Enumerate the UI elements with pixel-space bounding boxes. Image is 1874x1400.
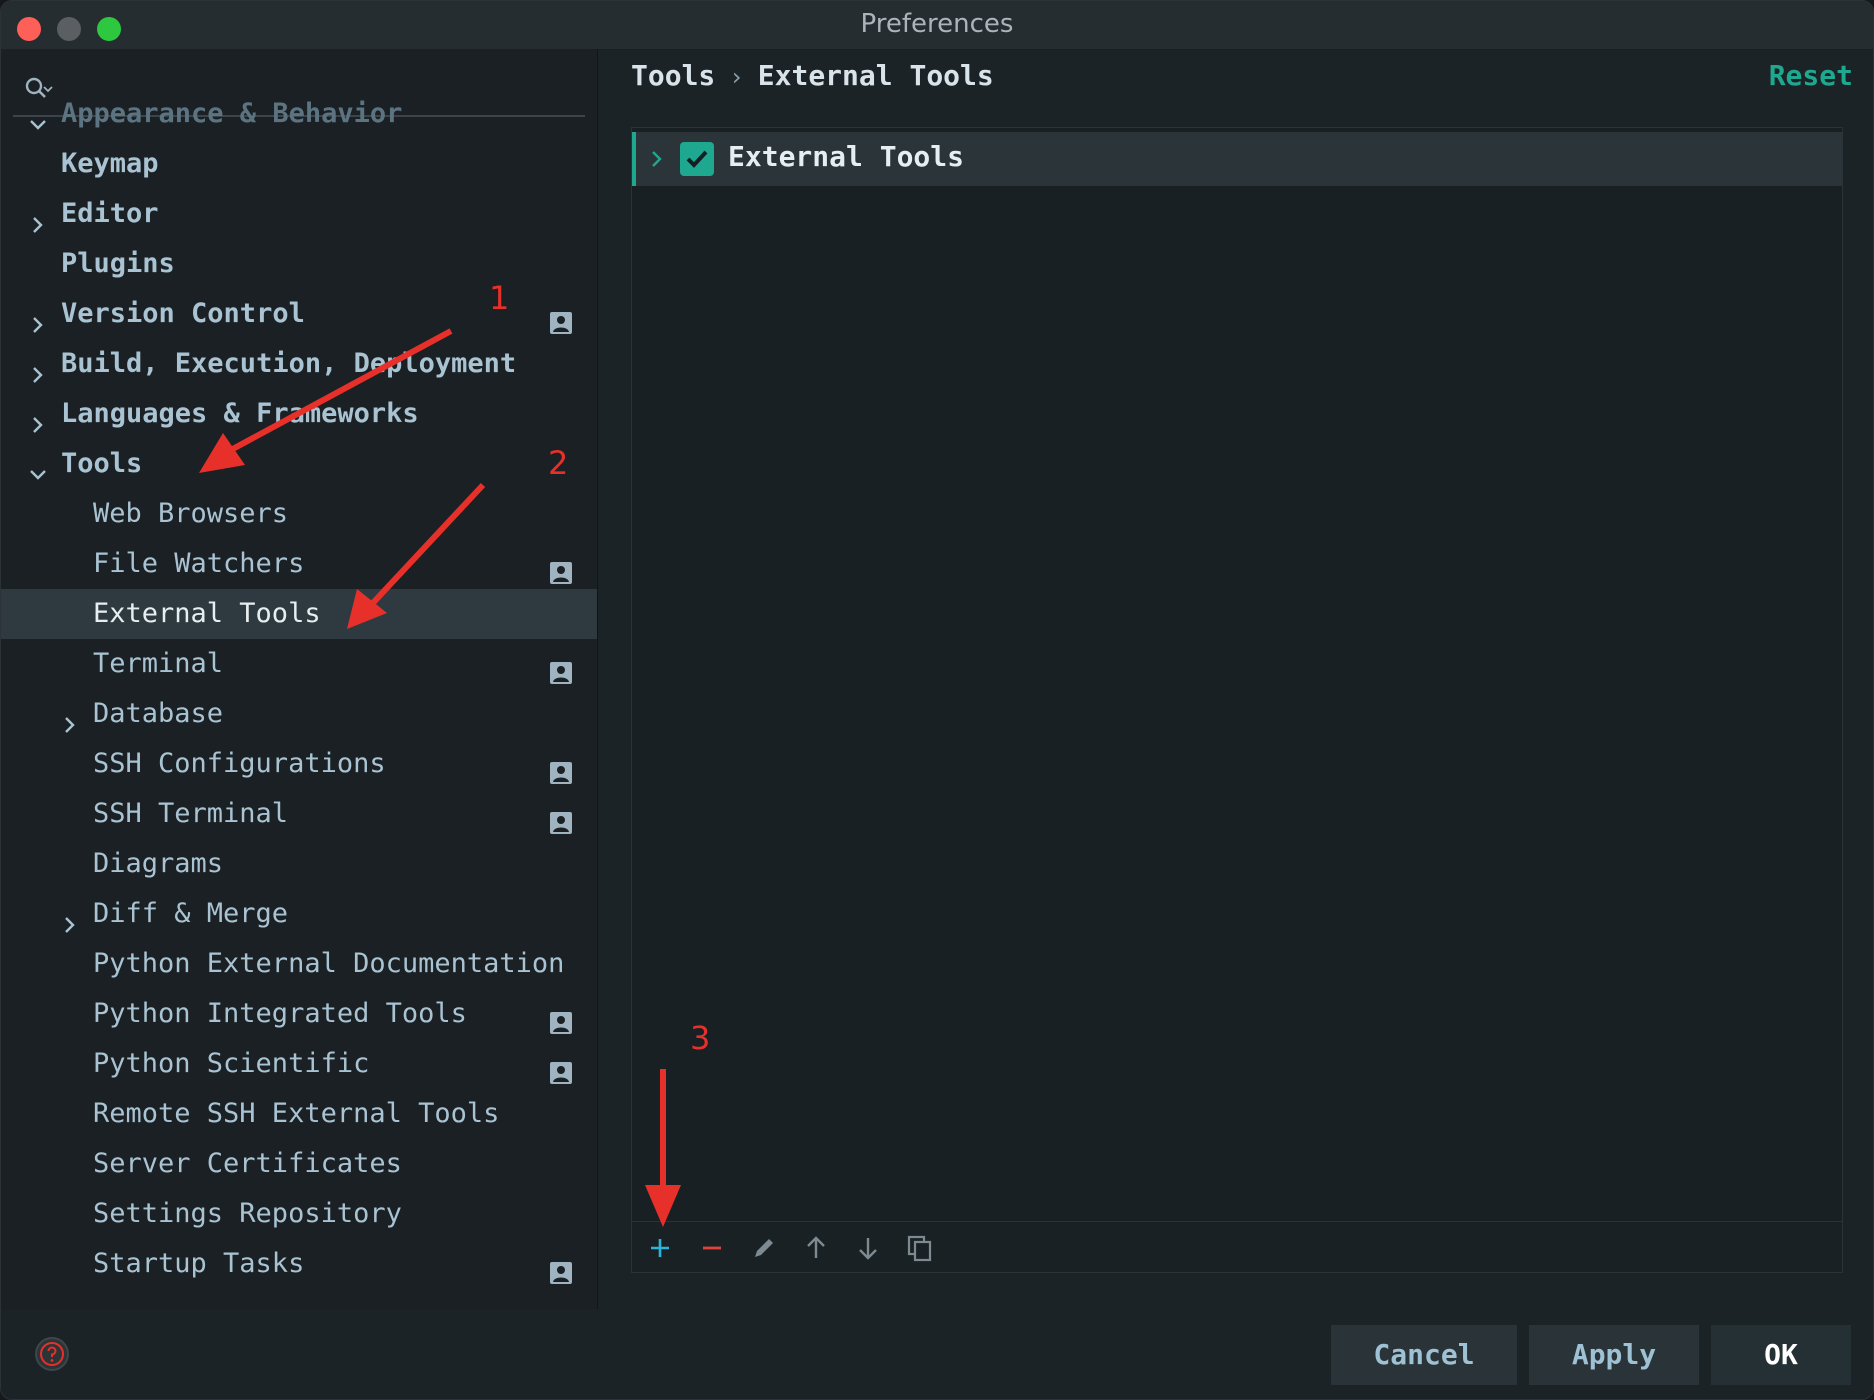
sidebar-item-label: Languages & Frameworks xyxy=(61,398,419,429)
external-tools-panel: External Tools xyxy=(631,127,1843,1273)
sidebar-item-editor[interactable]: Editor xyxy=(1,189,597,239)
sidebar-item-label: Version Control xyxy=(61,298,305,329)
sidebar-item-label: Keymap xyxy=(61,148,159,179)
project-settings-icon xyxy=(549,752,573,784)
sidebar-item-diff-merge[interactable]: Diff & Merge xyxy=(1,889,597,939)
title-bar: Preferences xyxy=(1,1,1873,50)
add-icon[interactable] xyxy=(646,1234,674,1262)
move-down-icon[interactable] xyxy=(854,1234,882,1262)
external-tools-checkbox[interactable] xyxy=(680,142,714,176)
edit-icon[interactable] xyxy=(750,1234,778,1262)
sidebar-item-label: Python Scientific xyxy=(93,1048,370,1079)
sidebar-item-appearance-behavior[interactable]: Appearance & Behavior xyxy=(1,89,597,139)
sidebar-item-label: Tools xyxy=(61,448,143,479)
sidebar-item-ssh-configurations[interactable]: SSH Configurations xyxy=(1,739,597,789)
apply-button[interactable]: Apply xyxy=(1529,1325,1699,1385)
sidebar-item-label: Python External Documentation xyxy=(93,948,565,979)
project-settings-icon xyxy=(549,1052,573,1084)
sidebar-item-label: Terminal xyxy=(93,648,224,679)
cancel-button[interactable]: Cancel xyxy=(1331,1325,1517,1385)
sidebar-item-python-integrated-tools[interactable]: Python Integrated Tools xyxy=(1,989,597,1039)
sidebar-item-build-execution-deployment[interactable]: Build, Execution, Deployment xyxy=(1,339,597,389)
sidebar-item-label: Appearance & Behavior xyxy=(61,98,403,129)
sidebar-item-label: Server Certificates xyxy=(93,1148,402,1179)
sidebar-item-label: SSH Terminal xyxy=(93,798,289,829)
dialog-footer: Cancel Apply OK xyxy=(1,1309,1873,1399)
window-title: Preferences xyxy=(860,9,1014,39)
sidebar-item-label: SSH Configurations xyxy=(93,748,386,779)
copy-icon[interactable] xyxy=(906,1234,934,1262)
sidebar-item-label: Diff & Merge xyxy=(93,898,289,929)
external-tools-group-row[interactable]: External Tools xyxy=(632,132,1842,186)
help-button[interactable] xyxy=(35,1337,69,1371)
project-settings-icon xyxy=(549,652,573,684)
breadcrumb: Tools › External Tools xyxy=(631,59,994,92)
remove-icon[interactable] xyxy=(698,1234,726,1262)
sidebar-item-tools[interactable]: Tools xyxy=(1,439,597,489)
annotation-label-3: 3 xyxy=(690,1019,711,1057)
project-settings-icon xyxy=(549,302,573,334)
preferences-window: Preferences Appearance & Behavior Keymap E… xyxy=(0,0,1874,1400)
sidebar-item-label: External Tools xyxy=(93,598,321,629)
ok-button[interactable]: OK xyxy=(1711,1325,1851,1385)
tools-toolbar xyxy=(632,1221,1842,1272)
sidebar-item-web-browsers[interactable]: Web Browsers xyxy=(1,489,597,539)
sidebar-item-label: File Watchers xyxy=(93,548,305,579)
project-settings-icon xyxy=(549,552,573,584)
sidebar-item-languages-frameworks[interactable]: Languages & Frameworks xyxy=(1,389,597,439)
sidebar-item-label: Python Integrated Tools xyxy=(93,998,467,1029)
sidebar-item-python-external-documentation[interactable]: Python External Documentation xyxy=(1,939,597,989)
sidebar-item-label: Diagrams xyxy=(93,848,224,879)
settings-sidebar: Appearance & Behavior Keymap Editor Plugins… xyxy=(1,49,598,1309)
sidebar-item-server-certificates[interactable]: Server Certificates xyxy=(1,1139,597,1189)
sidebar-item-external-tools[interactable]: External Tools xyxy=(1,589,597,639)
sidebar-item-label: Remote SSH External Tools xyxy=(93,1098,500,1129)
sidebar-item-ssh-terminal[interactable]: SSH Terminal xyxy=(1,789,597,839)
check-icon xyxy=(686,150,708,168)
sidebar-item-keymap[interactable]: Keymap xyxy=(1,139,597,189)
sidebar-item-startup-tasks[interactable]: Startup Tasks xyxy=(1,1239,597,1289)
sidebar-item-label: Editor xyxy=(61,198,159,229)
sidebar-item-label: Database xyxy=(93,698,224,729)
sidebar-item-label: Build, Execution, Deployment xyxy=(61,348,517,379)
breadcrumb-separator-icon: › xyxy=(729,63,744,91)
reset-link[interactable]: Reset xyxy=(1769,59,1853,92)
project-settings-icon xyxy=(549,1002,573,1034)
sidebar-item-database[interactable]: Database xyxy=(1,689,597,739)
help-icon xyxy=(40,1342,64,1366)
sidebar-item-label: Web Browsers xyxy=(93,498,289,529)
project-settings-icon xyxy=(549,802,573,834)
external-tools-group-label: External Tools xyxy=(728,140,965,173)
project-settings-icon xyxy=(549,1252,573,1284)
breadcrumb-item-external-tools: External Tools xyxy=(757,59,994,92)
sidebar-item-remote-ssh-external-tools[interactable]: Remote SSH External Tools xyxy=(1,1089,597,1139)
sidebar-item-python-scientific[interactable]: Python Scientific xyxy=(1,1039,597,1089)
annotation-label-1: 1 xyxy=(489,279,510,317)
sidebar-item-label: Startup Tasks xyxy=(93,1248,305,1279)
sidebar-item-settings-repository[interactable]: Settings Repository xyxy=(1,1189,597,1239)
sidebar-item-label: Plugins xyxy=(61,248,175,279)
breadcrumb-item-tools[interactable]: Tools xyxy=(631,59,715,92)
sidebar-item-diagrams[interactable]: Diagrams xyxy=(1,839,597,889)
annotation-label-2: 2 xyxy=(548,444,569,482)
sidebar-item-file-watchers[interactable]: File Watchers xyxy=(1,539,597,589)
sidebar-item-label: Settings Repository xyxy=(93,1198,402,1229)
move-up-icon[interactable] xyxy=(802,1234,830,1262)
sidebar-item-terminal[interactable]: Terminal xyxy=(1,639,597,689)
chevron-right-icon[interactable] xyxy=(648,149,666,173)
